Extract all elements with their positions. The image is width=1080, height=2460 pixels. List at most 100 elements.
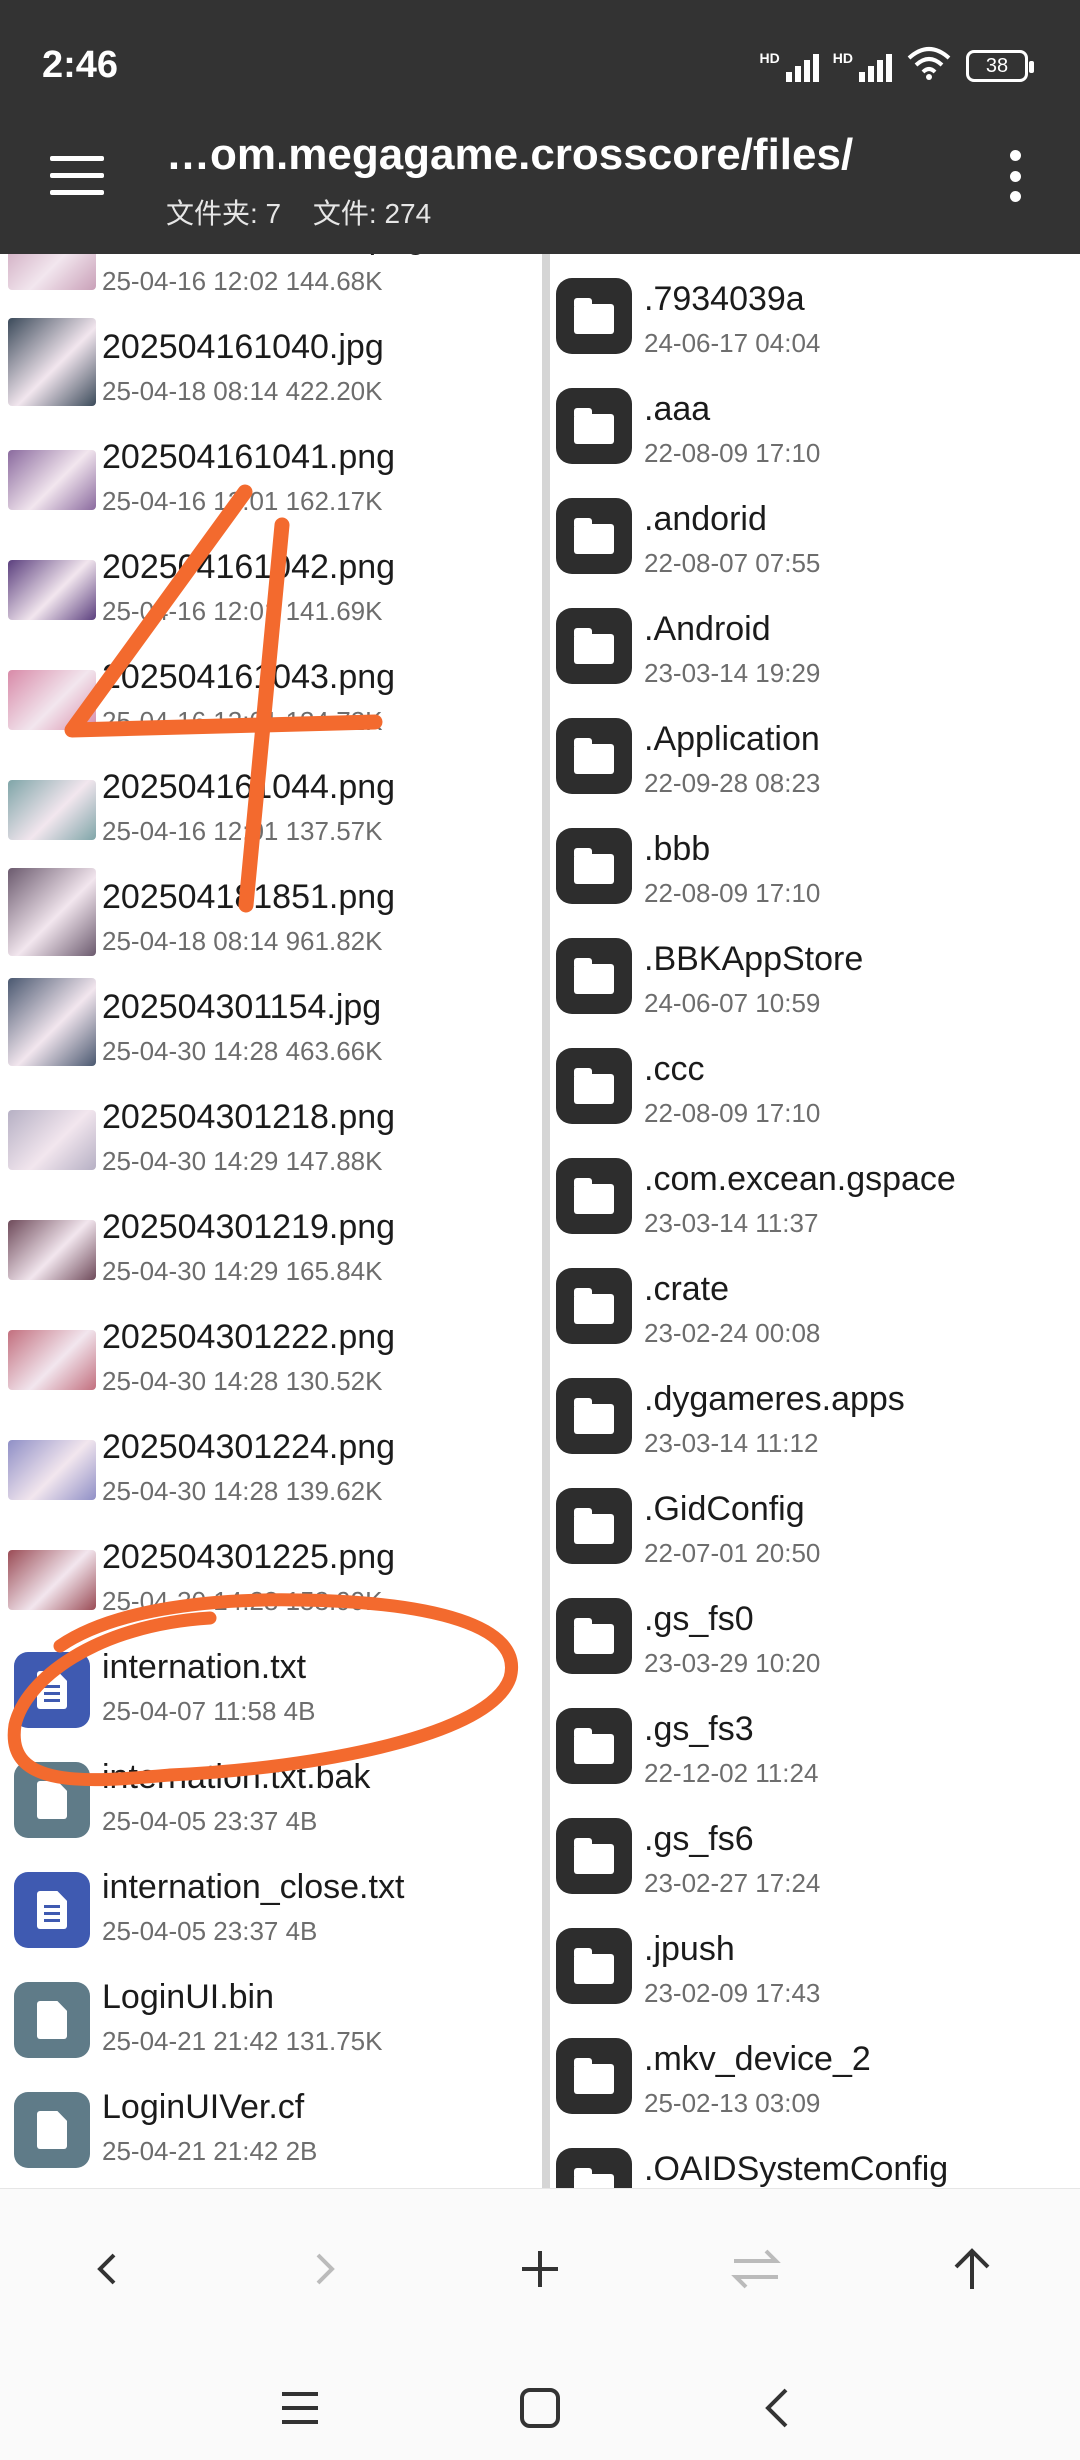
- folder-row[interactable]: .gs_fs0 23-03-29 10:20: [550, 1586, 1080, 1696]
- folder-row[interactable]: .OAIDSystemConfig: [550, 2136, 1080, 2188]
- file-name: 202504161040.jpg: [102, 328, 384, 366]
- folder-meta: 23-02-24 00:08: [644, 1318, 821, 1348]
- folder-icon: [556, 1268, 632, 1344]
- home-icon[interactable]: [500, 2368, 580, 2448]
- image-thumbnail: [8, 1330, 96, 1390]
- status-time: 2:46: [42, 44, 119, 86]
- file-name: 202504161044.png: [102, 768, 396, 806]
- up-icon[interactable]: [932, 2229, 1012, 2309]
- folder-row[interactable]: .gs_fs3 22-12-02 11:24: [550, 1696, 1080, 1806]
- file-row[interactable]: 202504161044.png 25-04-16 12:01 137.57K: [0, 758, 542, 868]
- signal-icon-2: HD: [833, 50, 892, 82]
- file-row[interactable]: 202504181851.png 25-04-18 08:14 961.82K: [0, 868, 542, 978]
- file-row[interactable]: 202504161040.jpg 25-04-18 08:14 422.20K: [0, 318, 542, 428]
- folder-name: .aaa: [644, 390, 711, 428]
- file-meta: 25-04-30 14:29 147.88K: [102, 1146, 383, 1176]
- folder-name: .gs_fs3: [644, 1710, 754, 1748]
- folder-name: .Application: [644, 720, 820, 758]
- file-row[interactable]: internation.txt 25-04-07 11:58 4B: [0, 1638, 542, 1748]
- folder-row[interactable]: .andorid 22-08-07 07:55: [550, 486, 1080, 596]
- app-header: 2:46 HD HD 38 …om.megagame.crosscore/fil…: [0, 0, 1080, 254]
- file-name: LoginUIVer.cf: [102, 2088, 305, 2126]
- folder-name: .GidConfig: [644, 1490, 805, 1528]
- folder-row[interactable]: .com.excean.gspace 23-03-14 11:37: [550, 1146, 1080, 1256]
- wifi-icon: [906, 46, 952, 86]
- file-row[interactable]: LoginUI.bin 25-04-21 21:42 131.75K: [0, 1968, 542, 2078]
- folder-icon: [556, 1818, 632, 1894]
- swap-icon[interactable]: [716, 2229, 796, 2309]
- pane-divider[interactable]: [542, 254, 550, 2188]
- folder-name: .com.excean.gspace: [644, 1160, 956, 1198]
- back-icon[interactable]: [68, 2229, 148, 2309]
- folder-row[interactable]: .Application 22-09-28 08:23: [550, 706, 1080, 816]
- image-thumbnail: [8, 670, 96, 730]
- folder-row[interactable]: .BBKAppStore 24-06-07 10:59: [550, 926, 1080, 1036]
- folder-meta: 23-03-29 10:20: [644, 1648, 821, 1678]
- current-path[interactable]: …om.megagame.crosscore/files/: [166, 130, 853, 180]
- folder-icon: [556, 1158, 632, 1234]
- file-row[interactable]: 202504301154.jpg 25-04-30 14:28 463.66K: [0, 978, 542, 1088]
- file-meta: 25-04-30 14:29 165.84K: [102, 1256, 383, 1286]
- folder-row[interactable]: .ccc 22-08-09 17:10: [550, 1036, 1080, 1146]
- file-row[interactable]: 202504161042.png 25-04-16 12:01 141.69K: [0, 538, 542, 648]
- image-thumbnail: [8, 1550, 96, 1610]
- file-count: 文件: 274: [312, 198, 432, 229]
- left-pane-file-list[interactable]: 20250416104​0-1.png 25-04-16 12:02 144.68…: [0, 254, 542, 2188]
- file-icon: [14, 1982, 90, 2058]
- file-name: 202504161041.png: [102, 438, 396, 476]
- file-row[interactable]: 202504301224.png 25-04-30 14:28 139.62K: [0, 1418, 542, 1528]
- file-meta: 25-04-30 14:28 153.99K: [102, 1586, 383, 1616]
- file-row[interactable]: internation.txt.bak 25-04-05 23:37 4B: [0, 1748, 542, 1858]
- file-row[interactable]: 202504161043.png 25-04-16 12:01 134.72K: [0, 648, 542, 758]
- file-row[interactable]: internation_close.txt 25-04-05 23:37 4B: [0, 1858, 542, 1968]
- file-row[interactable]: 20250416104​0-1.png 25-04-16 12:02 144.68…: [0, 254, 542, 318]
- file-meta: 25-04-30 14:28 130.52K: [102, 1366, 383, 1396]
- folder-row[interactable]: .7934039a 24-06-17 04:04: [550, 266, 1080, 376]
- add-icon[interactable]: [500, 2229, 580, 2309]
- back-nav-icon[interactable]: [738, 2368, 818, 2448]
- file-name: LoginUI.bin: [102, 1978, 275, 2016]
- folder-row[interactable]: .gs_fs6 23-02-27 17:24: [550, 1806, 1080, 1916]
- folder-name: .Android: [644, 610, 771, 648]
- image-thumbnail: [8, 254, 96, 290]
- image-thumbnail: [8, 560, 96, 620]
- folder-meta: 24-06-07 10:59: [644, 988, 821, 1018]
- folder-row[interactable]: .dygameres.apps 23-03-14 11:12: [550, 1366, 1080, 1476]
- folder-icon: [556, 1598, 632, 1674]
- folder-row[interactable]: .jpush 23-02-09 17:43: [550, 1916, 1080, 2026]
- file-row[interactable]: LoginUIVer.cf 25-04-21 21:42 2B: [0, 2078, 542, 2188]
- file-row[interactable]: 202504301225.png 25-04-30 14:28 153.99K: [0, 1528, 542, 1638]
- text-file-icon: [14, 1872, 90, 1948]
- folder-meta: 23-02-09 17:43: [644, 1978, 821, 2008]
- folder-row[interactable]: .Android 23-03-14 19:29: [550, 596, 1080, 706]
- file-row[interactable]: 202504301218.png 25-04-30 14:29 147.88K: [0, 1088, 542, 1198]
- file-row[interactable]: 202504301222.png 25-04-30 14:28 130.52K: [0, 1308, 542, 1418]
- folder-row[interactable]: .aaa 22-08-09 17:10: [550, 376, 1080, 486]
- folder-row[interactable]: .GidConfig 22-07-01 20:50: [550, 1476, 1080, 1586]
- folder-icon: [556, 278, 632, 354]
- more-vertical-icon[interactable]: [1010, 150, 1024, 202]
- folder-name: .BBKAppStore: [644, 940, 864, 978]
- file-name: internation.txt: [102, 1648, 307, 1686]
- file-name: 202504301224.png: [102, 1428, 396, 1466]
- folder-icon: [556, 2148, 632, 2188]
- folder-meta: 22-07-01 20:50: [644, 1538, 821, 1568]
- signal-icon: HD: [760, 50, 819, 82]
- hamburger-menu-icon[interactable]: [50, 156, 104, 196]
- file-row[interactable]: 202504161041.png 25-04-16 12:01 162.17K: [0, 428, 542, 538]
- file-row[interactable]: 202504301219.png 25-04-30 14:29 165.84K: [0, 1198, 542, 1308]
- folder-row[interactable]: .mkv_device_2 25-02-13 03:09: [550, 2026, 1080, 2136]
- right-pane-folder-list[interactable]: .7934039a 24-06-17 04:04 .aaa 22-08-09 17:1…: [550, 254, 1080, 2188]
- folder-meta: 23-03-14 19:29: [644, 658, 821, 688]
- folder-icon: [556, 718, 632, 794]
- file-icon: [14, 2092, 90, 2168]
- image-thumbnail: [8, 1110, 96, 1170]
- file-name: 202504301225.png: [102, 1538, 396, 1576]
- file-name: 202504161042.png: [102, 548, 396, 586]
- forward-icon[interactable]: [284, 2229, 364, 2309]
- folder-row[interactable]: .crate 23-02-24 00:08: [550, 1256, 1080, 1366]
- folder-row[interactable]: .bbb 22-08-09 17:10: [550, 816, 1080, 926]
- folder-icon: [556, 1928, 632, 2004]
- recents-icon[interactable]: [260, 2368, 340, 2448]
- file-meta: 25-04-30 14:28 463.66K: [102, 1036, 383, 1066]
